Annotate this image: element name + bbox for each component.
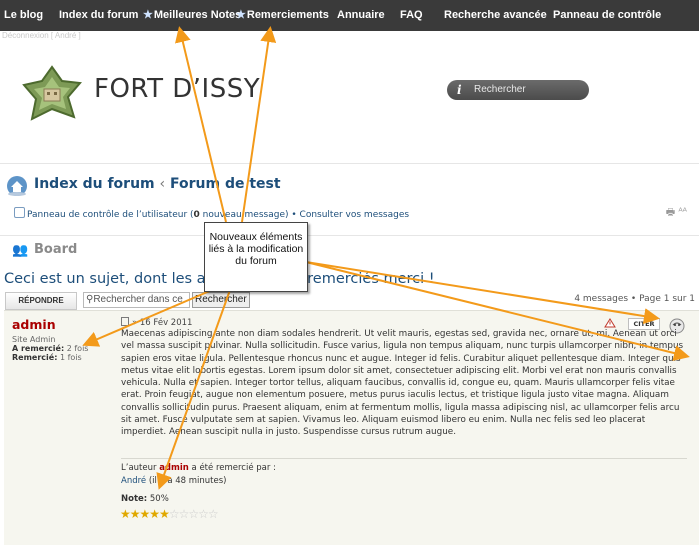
breadcrumb-index[interactable]: Index du forum — [34, 176, 155, 192]
rating-label: Note: — [121, 494, 148, 504]
ucp-line: Panneau de contrôle de l’utilisateur (0 … — [14, 207, 409, 220]
user-panel-icon — [14, 207, 25, 218]
nav-forum-index[interactable]: Index du forum — [59, 0, 138, 31]
annotation-text: Nouveaux éléments liés à la modification… — [208, 231, 304, 267]
thanks-received-value: 1 fois — [59, 353, 82, 362]
author-profile: Site Admin A remercié: 2 fois Remercié: … — [12, 335, 88, 362]
nav-thanks[interactable]: ★Remerciements — [236, 0, 329, 31]
annotation-callout: Nouveaux éléments liés à la modification… — [204, 222, 308, 292]
star-empty-icon[interactable]: ☆ — [188, 507, 199, 521]
messages-link[interactable]: Consulter vos messages — [300, 210, 410, 220]
star-filled-icon[interactable]: ★ — [120, 507, 131, 521]
thanked-by: André (il y a 48 minutes) — [121, 476, 226, 486]
info-icon: i — [457, 83, 462, 97]
nav-directory[interactable]: Annuaire — [337, 0, 385, 31]
thanked-by-user[interactable]: André — [121, 476, 146, 486]
nav-thanks-label: Remerciements — [246, 9, 329, 21]
forum-home-icon — [7, 176, 27, 196]
post-author[interactable]: admin — [12, 317, 56, 332]
site-title[interactable]: FORT D’ISSY — [94, 74, 260, 104]
star-filled-icon[interactable]: ★ — [140, 507, 151, 521]
breadcrumb-separator: ‹ — [159, 176, 166, 192]
post-date-text: » 16 Fév 2011 — [132, 318, 193, 328]
users-icon: 👥 — [12, 243, 29, 258]
breadcrumb-forum[interactable]: Forum de test — [170, 176, 281, 192]
thanks-given-value: 2 fois — [66, 344, 89, 353]
header-search[interactable]: i Rechercher — [447, 80, 589, 100]
star-filled-icon[interactable]: ★ — [149, 507, 160, 521]
reply-button[interactable]: RÉPONDRE — [5, 292, 77, 310]
logout-bar: Déconnexion [ André ] — [0, 31, 699, 43]
nav-faq[interactable]: FAQ — [400, 0, 423, 31]
post-separator — [121, 458, 687, 459]
thanks-given: A remercié: 2 fois — [12, 344, 88, 353]
thanks-received-label: Remercié: — [12, 353, 58, 362]
thanks-author[interactable]: admin — [159, 463, 189, 473]
star-empty-icon[interactable]: ☆ — [208, 507, 219, 521]
topic-search-button[interactable]: Rechercher — [192, 292, 250, 308]
pagination: 4 messages • Page 1 sur 1 — [574, 294, 695, 304]
nav-advanced-search[interactable]: Recherche avancée — [444, 0, 547, 31]
star-empty-icon[interactable]: ☆ — [198, 507, 209, 521]
post-date: » 16 Fév 2011 — [121, 317, 192, 328]
nav-top-ratings-label: Meilleures Notes — [153, 9, 242, 21]
star-empty-icon[interactable]: ☆ — [179, 507, 190, 521]
print-icon[interactable]: 🖶 — [666, 207, 675, 218]
star-filled-icon[interactable]: ★ — [159, 507, 170, 521]
fort-logo-icon[interactable] — [22, 65, 82, 125]
author-rank: Site Admin — [12, 335, 56, 344]
post: admin Site Admin A remercié: 2 fois Reme… — [4, 310, 699, 545]
logout-link[interactable]: Déconnexion [ André ] — [2, 31, 81, 40]
thanks-suffix: a été remercié par : — [188, 463, 276, 473]
font-size-icon[interactable]: ᴬᴬ — [678, 207, 687, 218]
thanked-by-time: (il y a 48 minutes) — [146, 476, 227, 486]
thanks-line: L’auteur admin a été remercié par : — [121, 463, 276, 473]
topic-search-placeholder: Rechercher dans ce — [93, 294, 183, 305]
breadcrumb-section: Index du forum ‹ Forum de test Panneau d… — [0, 163, 699, 226]
report-icon[interactable] — [604, 318, 616, 328]
site-header: FORT D’ISSY i Rechercher — [0, 43, 699, 163]
ucp-link[interactable]: Panneau de contrôle de l’utilisateur — [27, 210, 187, 220]
ucp-count-suffix: nouveau message) — [199, 210, 289, 220]
thanks-prefix: L’auteur — [121, 463, 160, 473]
star-icon: ★ — [236, 9, 246, 21]
breadcrumb: Index du forum ‹ Forum de test — [34, 176, 281, 192]
top-navigation: Le blog Index du forum ★Meilleures Notes… — [0, 0, 699, 31]
thanks-given-label: A remercié: — [12, 344, 65, 353]
ucp-bullet: • — [288, 210, 300, 220]
star-empty-icon[interactable]: ☆ — [169, 507, 180, 521]
rating-stars[interactable]: ★★★★★☆☆☆☆☆ — [120, 507, 219, 521]
nav-blog[interactable]: Le blog — [4, 0, 43, 31]
rating-value: 50% — [149, 494, 169, 504]
nav-top-ratings[interactable]: ★Meilleures Notes — [143, 0, 241, 31]
board-title: Board — [34, 242, 78, 257]
star-icon: ★ — [143, 9, 153, 21]
post-body: Maecenas adipiscing ante non diam sodale… — [121, 329, 684, 438]
thanks-received: Remercié: 1 fois — [12, 353, 88, 362]
board-bar: 👥 Board — [0, 235, 699, 262]
post-icon[interactable] — [121, 317, 129, 326]
page-tools: 🖶 ᴬᴬ — [666, 205, 687, 222]
topic-search-input[interactable]: ⚲Rechercher dans ce — [83, 292, 190, 308]
header-search-placeholder: Rechercher — [474, 84, 526, 95]
nav-control-panel[interactable]: Panneau de contrôle — [553, 0, 661, 31]
star-filled-icon[interactable]: ★ — [130, 507, 141, 521]
rating: Note: 50% — [121, 494, 169, 504]
